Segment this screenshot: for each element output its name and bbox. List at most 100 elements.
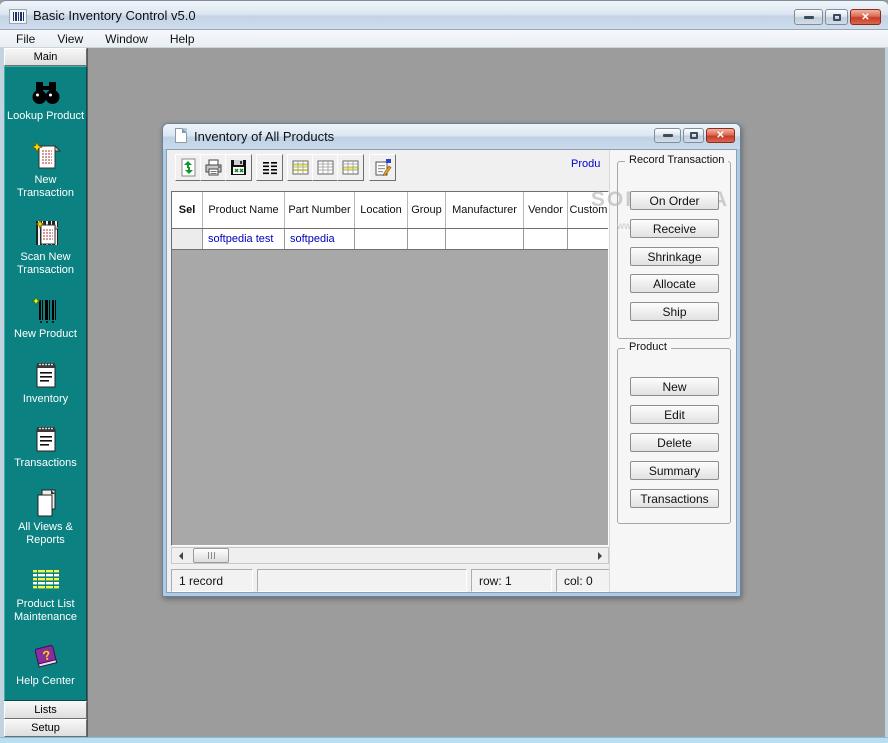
report-columns-icon — [260, 158, 279, 177]
sidebar-item-transactions[interactable]: Transactions — [6, 424, 86, 470]
printer-icon — [204, 158, 223, 177]
products-grid: Sel Product Name Part Number Location Gr… — [171, 191, 609, 546]
sidebar-tab-setup[interactable]: Setup — [4, 719, 87, 737]
menu-view[interactable]: View — [46, 30, 94, 48]
notepad-icon — [33, 360, 59, 390]
sidebar-item-label: Product List Maintenance — [6, 598, 86, 624]
table-row[interactable]: softpedia test softpedia — [172, 229, 608, 250]
refresh-icon — [179, 158, 198, 177]
sidebar-tab-main[interactable]: Main — [4, 48, 87, 66]
receive-button[interactable]: Receive — [630, 219, 719, 238]
striped-list-icon — [31, 565, 61, 595]
window-controls: ✕ — [794, 9, 881, 25]
column-header-product-name: Product Name — [203, 192, 285, 228]
column-header-manufacturer: Manufacturer — [446, 192, 524, 228]
product-group: Product New Edit Delete Summary Transact… — [617, 348, 731, 524]
grid-plain-icon — [316, 158, 335, 177]
child-window-title: Inventory of All Products — [194, 124, 334, 149]
grid-empty-area — [172, 250, 608, 545]
sidebar-item-label: New Product — [14, 328, 77, 341]
maximize-icon — [833, 14, 841, 21]
child-titlebar: Inventory of All Products ✕ — [163, 124, 740, 149]
window-titlebar: Basic Inventory Control v5.0 ✕ — [0, 0, 888, 30]
toolbar-grid-plain-button[interactable] — [312, 154, 339, 181]
record-transaction-group: Record Transaction On Order Receive Shri… — [617, 161, 731, 339]
close-button[interactable]: ✕ — [850, 9, 881, 25]
arrow-right-icon — [598, 552, 602, 560]
child-minimize-button[interactable] — [654, 128, 681, 143]
sidebar-item-lookup-product[interactable]: Lookup Product — [6, 77, 86, 123]
ship-button[interactable]: Ship — [630, 302, 719, 321]
floppy-disk-icon — [229, 158, 248, 177]
scan-receipt-icon — [31, 218, 61, 248]
minimize-icon — [663, 134, 673, 137]
record-count-panel: 1 record — [171, 569, 253, 592]
inventory-child-window: Inventory of All Products ✕ — [162, 123, 741, 597]
new-receipt-icon — [31, 141, 61, 171]
sidebar-item-label: All Views & Reports — [6, 521, 86, 547]
sidebar-item-new-product[interactable]: New Product — [6, 295, 86, 341]
sidebar-item-all-views-reports[interactable]: All Views & Reports — [6, 488, 86, 547]
horizontal-scrollbar[interactable] — [171, 547, 609, 564]
sidebar: Main Lookup Product New Transaction Scan… — [4, 48, 88, 737]
allocate-button[interactable]: Allocate — [630, 274, 719, 293]
row-custom-cell — [568, 229, 609, 249]
toolbar-grid-highlighted-button[interactable] — [287, 154, 314, 181]
new-barcode-icon — [32, 295, 60, 325]
child-client-area: Produ Sel Product Name Part Number Locat… — [166, 149, 737, 593]
product-delete-button[interactable]: Delete — [630, 433, 719, 452]
menu-file[interactable]: File — [5, 30, 46, 48]
row-part-number-cell: softpedia — [285, 229, 355, 249]
row-group-cell — [408, 229, 446, 249]
child-maximize-button[interactable] — [683, 128, 704, 143]
window-title: Basic Inventory Control v5.0 — [33, 1, 196, 31]
grid-highlighted-icon — [291, 158, 310, 177]
binoculars-icon — [31, 77, 61, 107]
column-header-group: Group — [408, 192, 446, 228]
product-transactions-button[interactable]: Transactions — [630, 489, 719, 508]
scroll-right-button[interactable] — [591, 548, 608, 563]
on-order-button[interactable]: On Order — [630, 191, 719, 210]
scroll-left-button[interactable] — [172, 548, 189, 563]
toolbar-save-export-button[interactable] — [225, 154, 252, 181]
toolbar-properties-button[interactable] — [369, 154, 396, 181]
sidebar-item-label: Help Center — [16, 675, 75, 688]
sidebar-item-inventory[interactable]: Inventory — [6, 360, 86, 406]
product-new-button[interactable]: New — [630, 377, 719, 396]
sidebar-item-new-transaction[interactable]: New Transaction — [6, 141, 86, 200]
toolbar-grid-line-button[interactable] — [337, 154, 364, 181]
row-indicator-panel: row: 1 — [471, 569, 552, 592]
column-header-part-number: Part Number — [285, 192, 355, 228]
grid-header-row: Sel Product Name Part Number Location Gr… — [172, 192, 608, 229]
column-header-sel: Sel — [172, 192, 203, 228]
sidebar-tab-lists[interactable]: Lists — [4, 701, 87, 719]
record-transaction-group-title: Record Transaction — [625, 154, 728, 166]
toolbar-print-button[interactable] — [200, 154, 227, 181]
sidebar-item-help-center[interactable]: ? Help Center — [6, 642, 86, 688]
menu-help[interactable]: Help — [159, 30, 206, 48]
maximize-button[interactable] — [825, 9, 848, 25]
minimize-button[interactable] — [794, 9, 823, 25]
minimize-icon — [804, 16, 814, 19]
shrinkage-button[interactable]: Shrinkage — [630, 247, 719, 266]
toolbar-refresh-button[interactable] — [175, 154, 202, 181]
document-icon — [175, 128, 187, 143]
column-header-vendor: Vendor — [524, 192, 568, 228]
sidebar-item-product-list-maintenance[interactable]: Product List Maintenance — [6, 565, 86, 624]
notepad-icon — [33, 424, 59, 454]
sidebar-item-label: Scan New Transaction — [6, 251, 86, 277]
arrow-left-icon — [179, 552, 183, 560]
action-panel: Record Transaction On Order Receive Shri… — [609, 150, 737, 592]
close-icon: ✕ — [861, 12, 869, 23]
child-window-controls: ✕ — [654, 128, 735, 143]
scrollbar-thumb[interactable] — [193, 548, 229, 563]
row-location-cell — [355, 229, 408, 249]
child-close-button[interactable]: ✕ — [706, 128, 735, 143]
sidebar-item-scan-new-transaction[interactable]: Scan New Transaction — [6, 218, 86, 277]
menu-window[interactable]: Window — [94, 30, 159, 48]
product-summary-button[interactable]: Summary — [630, 461, 719, 480]
application-window: Basic Inventory Control v5.0 ✕ File View… — [0, 0, 888, 743]
product-edit-button[interactable]: Edit — [630, 405, 719, 424]
sidebar-item-label: Inventory — [23, 393, 68, 406]
toolbar-report-columns-button[interactable] — [256, 154, 283, 181]
